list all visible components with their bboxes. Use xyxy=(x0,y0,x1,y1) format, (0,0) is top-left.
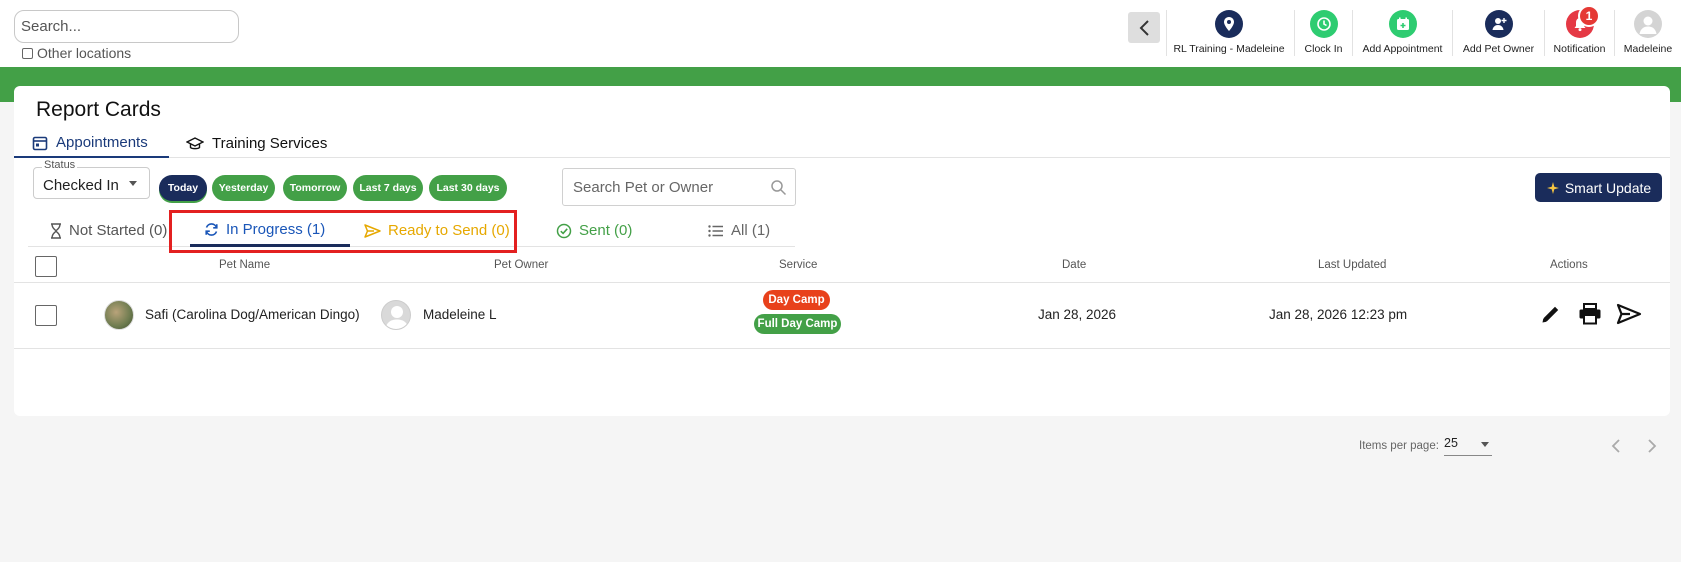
nav-add-pet-owner[interactable]: Add Pet Owner xyxy=(1452,10,1544,56)
user-avatar-icon xyxy=(385,306,409,329)
graduation-cap-icon xyxy=(186,136,204,149)
select-all-checkbox[interactable] xyxy=(35,256,57,277)
pet-owner-search xyxy=(562,168,796,206)
top-bar: Other locations RL Training - Madeleine … xyxy=(0,0,1681,67)
notification-badge: 1 xyxy=(1578,5,1600,27)
nav-location[interactable]: RL Training - Madeleine xyxy=(1166,10,1291,56)
status-select-label: Status xyxy=(42,159,78,171)
column-last-updated: Last Updated xyxy=(1318,259,1387,271)
service-badge: Full Day Camp xyxy=(754,314,841,334)
nav-add-appointment[interactable]: Add Appointment xyxy=(1352,10,1452,56)
tab-training-services[interactable]: Training Services xyxy=(186,129,327,158)
location-pin-icon xyxy=(1215,10,1243,38)
pet-name[interactable]: Safi (Carolina Dog/American Dingo) xyxy=(145,307,360,322)
chevron-right-icon[interactable] xyxy=(1646,438,1658,454)
pet-owner[interactable]: Madeleine L xyxy=(423,307,497,322)
items-per-page-label: Items per page: xyxy=(1359,440,1439,452)
smart-update-label: Smart Update xyxy=(1564,179,1652,196)
tab-sent[interactable]: Sent (0) xyxy=(556,214,632,247)
global-search-input[interactable] xyxy=(14,10,239,43)
chip-last-7-days[interactable]: Last 7 days xyxy=(353,175,423,201)
chip-today[interactable]: Today xyxy=(159,175,207,201)
nav-add-pet-owner-label: Add Pet Owner xyxy=(1462,43,1535,55)
nav-user-label: Madeleine xyxy=(1623,43,1673,55)
report-cards-panel: Report Cards Appointments Training Servi… xyxy=(14,86,1670,456)
items-per-page-value: 25 xyxy=(1444,436,1458,450)
smart-update-button[interactable]: Smart Update xyxy=(1535,173,1662,202)
status-select-value: Checked In xyxy=(43,177,119,194)
nav-notification-label: Notification xyxy=(1553,43,1606,55)
other-locations-label: Other locations xyxy=(37,45,132,61)
sparkle-icon xyxy=(1546,181,1559,194)
tab-sent-label: Sent (0) xyxy=(579,222,633,239)
pet-owner-search-input[interactable] xyxy=(563,169,753,205)
edit-icon[interactable] xyxy=(1540,303,1562,325)
list-icon xyxy=(708,224,723,237)
tab-appointments[interactable]: Appointments xyxy=(14,129,169,158)
chip-tomorrow[interactable]: Tomorrow xyxy=(283,175,347,201)
caret-down-icon xyxy=(1481,442,1489,447)
chevron-left-icon xyxy=(1139,19,1149,36)
collapse-button[interactable] xyxy=(1128,12,1160,43)
chip-last-30-days[interactable]: Last 30 days xyxy=(429,175,507,201)
owner-avatar xyxy=(381,300,411,330)
nav-notification[interactable]: 1 Notification xyxy=(1544,5,1614,56)
tab-all[interactable]: All (1) xyxy=(708,214,770,247)
column-pet-name: Pet Name xyxy=(219,259,271,271)
column-pet-owner: Pet Owner xyxy=(494,259,549,271)
search-icon xyxy=(771,180,787,196)
column-date: Date xyxy=(1062,259,1087,271)
nav-user-menu[interactable]: Madeleine xyxy=(1614,10,1681,56)
last-updated: Jan 28, 2026 12:23 pm xyxy=(1269,307,1408,322)
tab-training-services-label: Training Services xyxy=(212,135,328,152)
caret-down-icon xyxy=(129,181,137,186)
row-checkbox[interactable] xyxy=(35,305,57,326)
service-badge: Day Camp xyxy=(763,290,830,310)
page-title: Report Cards xyxy=(36,98,161,121)
table-header: Pet Name Pet Owner Service Date Last Upd… xyxy=(14,249,1670,283)
tab-not-started[interactable]: Not Started (0) xyxy=(50,214,167,247)
chip-yesterday[interactable]: Yesterday xyxy=(212,175,275,201)
nav-clock-in[interactable]: Clock In xyxy=(1294,10,1352,56)
section-tabs: Appointments Training Services xyxy=(14,129,1670,158)
check-circle-icon xyxy=(556,223,572,238)
nav-clock-in-label: Clock In xyxy=(1304,43,1343,55)
table-row: Safi (Carolina Dog/American Dingo) Madel… xyxy=(14,283,1670,349)
other-locations-option[interactable]: Other locations xyxy=(22,45,131,61)
user-avatar-icon xyxy=(1634,10,1662,38)
global-search xyxy=(14,10,239,43)
items-per-page-select[interactable]: 25 xyxy=(1444,436,1492,456)
status-select[interactable]: Status Checked In xyxy=(33,159,150,199)
nav-location-label: RL Training - Madeleine xyxy=(1173,43,1285,55)
tab-not-started-label: Not Started (0) xyxy=(69,222,168,239)
highlight-box xyxy=(169,210,517,253)
clock-icon xyxy=(1309,10,1338,38)
appointment-date: Jan 28, 2026 xyxy=(1038,307,1117,322)
hourglass-icon xyxy=(51,222,61,239)
pet-avatar xyxy=(104,300,134,330)
send-icon[interactable] xyxy=(1616,303,1642,325)
tab-all-label: All (1) xyxy=(731,222,771,239)
column-actions: Actions xyxy=(1550,259,1588,271)
nav-add-appointment-label: Add Appointment xyxy=(1362,43,1443,55)
print-icon[interactable] xyxy=(1578,303,1602,325)
tab-appointments-label: Appointments xyxy=(56,134,148,151)
column-service: Service xyxy=(779,259,818,271)
calendar-add-icon xyxy=(1388,10,1417,38)
calendar-icon xyxy=(32,136,48,150)
add-user-icon xyxy=(1484,10,1513,38)
other-locations-checkbox[interactable] xyxy=(22,47,33,59)
chevron-left-icon[interactable] xyxy=(1610,438,1622,454)
